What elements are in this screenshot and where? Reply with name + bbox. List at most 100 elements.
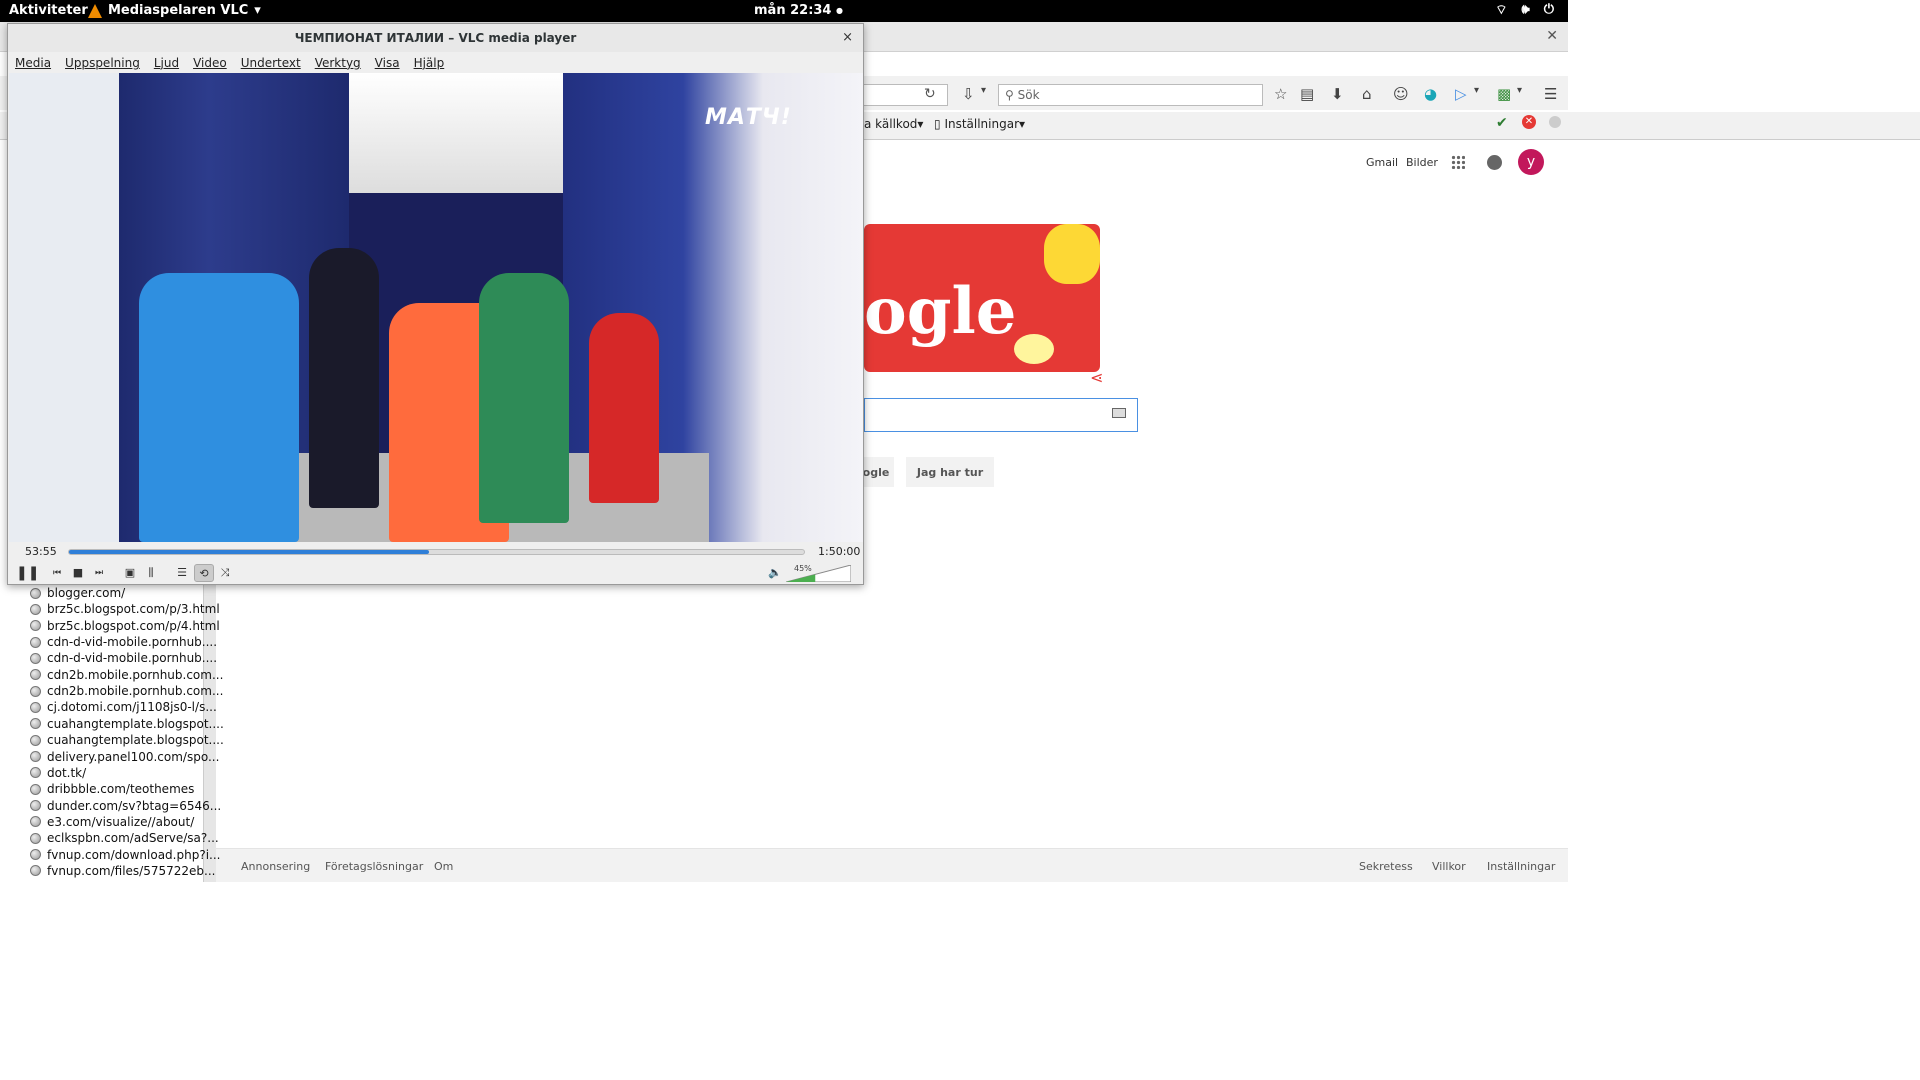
footer-privacy-link[interactable]: Sekretess xyxy=(1359,860,1413,873)
menu-subtitle[interactable]: Undertext xyxy=(241,56,301,70)
globe-icon xyxy=(30,652,41,664)
globe-icon xyxy=(30,751,41,762)
close-icon[interactable]: ✕ xyxy=(1546,28,1558,44)
history-item[interactable]: eclkspbn.com/adServe/sa?... xyxy=(30,830,219,846)
downloads-icon[interactable]: ⬇ xyxy=(1331,85,1344,103)
history-item[interactable]: blogger.com/ xyxy=(30,585,125,601)
history-item-label: cdn-d-vid-mobile.pornhub.... xyxy=(47,635,218,650)
doodle-decoration xyxy=(1044,224,1100,284)
search-input[interactable]: ⚲ Sök xyxy=(998,84,1263,106)
bookmark-item-settings[interactable]: ▯ Inställningar▾ xyxy=(934,117,1025,131)
footer-about-link[interactable]: Om xyxy=(434,860,453,873)
loop-button[interactable]: ⟲ xyxy=(194,564,214,582)
history-item-label: cuahangtemplate.blogspot.... xyxy=(47,733,224,748)
notifications-bell-icon[interactable] xyxy=(1487,155,1502,170)
fullscreen-button[interactable]: ▣ xyxy=(123,564,137,582)
stop-icon[interactable]: ✕ xyxy=(1522,115,1536,129)
app-menu[interactable]: Mediaspelaren VLC ▾ xyxy=(88,3,261,18)
hamburger-menu-icon[interactable]: ☰ xyxy=(1544,85,1557,103)
avatar[interactable]: y xyxy=(1518,149,1544,175)
addon-puzzle-icon[interactable]: ▩ xyxy=(1497,85,1511,103)
seek-slider[interactable] xyxy=(68,549,805,555)
globe-icon xyxy=(30,832,41,844)
control-bar: ❚❚ ⏮ ■ ⏭ ▣ ⫼ ☰ ⟲ ⤨ 🔈 xyxy=(8,562,863,584)
next-button[interactable]: ⏭ xyxy=(92,564,106,582)
download-arrow-icon[interactable]: ⇩ xyxy=(962,85,975,103)
chevron-down-icon[interactable]: ▾ xyxy=(1517,85,1522,96)
addon-icon[interactable]: ◕ xyxy=(1424,85,1437,103)
history-item-label: eclkspbn.com/adServe/sa?... xyxy=(47,831,219,846)
home-icon[interactable]: ⌂ xyxy=(1362,85,1372,103)
footer-business-link[interactable]: Företagslösningar xyxy=(325,860,423,873)
bookmark-star-icon[interactable]: ☆ xyxy=(1274,85,1287,103)
history-item[interactable]: dot.tk/ xyxy=(30,765,86,781)
history-item-label: fvnup.com/download.php?i... xyxy=(47,847,221,862)
pause-button[interactable]: ❚❚ xyxy=(16,564,39,582)
close-icon[interactable]: × xyxy=(842,30,853,45)
seek-row: 53:55 1:50:00 xyxy=(8,542,863,562)
google-search-input[interactable] xyxy=(864,398,1138,432)
footer-ads-link[interactable]: Annonsering xyxy=(241,860,310,873)
clock[interactable]: mån 22:34 ● xyxy=(754,3,843,18)
history-item[interactable]: e3.com/visualize//about/ xyxy=(30,814,194,830)
extended-settings-button[interactable]: ⫼ xyxy=(144,564,158,582)
bookmark-item-source[interactable]: a källkod▾ xyxy=(864,117,923,131)
history-item[interactable]: dribbble.com/teothemes xyxy=(30,781,194,797)
history-item[interactable]: cdn2b.mobile.pornhub.com... xyxy=(30,667,223,683)
history-item[interactable]: cdn-d-vid-mobile.pornhub.... xyxy=(30,634,217,650)
checkmark-icon[interactable]: ✔ xyxy=(1496,115,1508,131)
search-icon: ⚲ xyxy=(1005,88,1014,102)
shuffle-button[interactable]: ⤨ xyxy=(218,564,232,582)
footer-terms-link[interactable]: Villkor xyxy=(1432,860,1466,873)
google-doodle[interactable]: ogle xyxy=(864,224,1100,372)
chevron-down-icon[interactable]: ▾ xyxy=(981,85,986,96)
bookmark-label: Inställningar xyxy=(944,117,1020,131)
history-item[interactable]: cuahangtemplate.blogspot.... xyxy=(30,732,224,748)
globe-icon xyxy=(30,620,41,632)
globe-icon xyxy=(30,783,41,795)
system-tray[interactable]: ⌔ 🕪 ⏻ xyxy=(1495,2,1554,18)
mute-icon[interactable]: 🔈 xyxy=(768,564,782,582)
addon-play-icon[interactable]: ▷ xyxy=(1455,85,1467,103)
share-icon[interactable]: ⋖ xyxy=(1090,368,1103,387)
total-time[interactable]: 1:50:00 xyxy=(818,545,860,558)
vlc-titlebar[interactable]: ЧЕМПИОНАТ ИТАЛИИ – VLC media player xyxy=(8,24,863,52)
menu-tools[interactable]: Verktyg xyxy=(315,56,361,70)
history-item[interactable]: dunder.com/sv?btag=6546... xyxy=(30,798,221,814)
status-circle-icon[interactable] xyxy=(1549,116,1561,128)
menu-playback[interactable]: Uppspelning xyxy=(65,56,140,70)
history-item-label: cj.dotomi.com/j1108js0-l/s... xyxy=(47,700,217,715)
history-item[interactable]: brz5c.blogspot.com/p/4.html xyxy=(30,618,220,634)
history-item[interactable]: fvnup.com/download.php?i... xyxy=(30,847,220,863)
elapsed-time[interactable]: 53:55 xyxy=(25,545,57,558)
menu-video[interactable]: Video xyxy=(193,56,227,70)
history-item[interactable]: fvnup.com/files/575722eb... xyxy=(30,863,215,879)
menu-media[interactable]: Media xyxy=(15,56,51,70)
stop-button[interactable]: ■ xyxy=(71,564,85,582)
history-item[interactable]: cdn-d-vid-mobile.pornhub.... xyxy=(30,650,217,666)
menu-view[interactable]: Visa xyxy=(375,56,400,70)
images-link[interactable]: Bilder xyxy=(1406,156,1438,169)
reload-icon[interactable]: ↻ xyxy=(924,86,936,102)
history-item[interactable]: cuahangtemplate.blogspot.... xyxy=(30,716,224,732)
keyboard-icon[interactable] xyxy=(1112,408,1126,418)
feeling-lucky-button[interactable]: Jag har tur xyxy=(906,457,994,487)
video-surface[interactable]: МАТЧ! xyxy=(9,73,863,542)
gmail-link[interactable]: Gmail xyxy=(1366,156,1398,169)
playlist-button[interactable]: ☰ xyxy=(175,564,189,582)
chevron-down-icon[interactable]: ▾ xyxy=(1474,85,1479,96)
activities-button[interactable]: Aktiviteter xyxy=(9,3,88,18)
footer-settings-link[interactable]: Inställningar xyxy=(1487,860,1555,873)
menu-audio[interactable]: Ljud xyxy=(154,56,179,70)
app-menu-label: Mediaspelaren VLC xyxy=(108,3,249,18)
previous-button[interactable]: ⏮ xyxy=(50,564,64,582)
menu-help[interactable]: Hjälp xyxy=(414,56,445,70)
history-item[interactable]: cdn2b.mobile.pornhub.com... xyxy=(30,683,223,699)
history-item-label: cdn-d-vid-mobile.pornhub.... xyxy=(47,651,218,666)
history-item[interactable]: cj.dotomi.com/j1108js0-l/s... xyxy=(30,699,217,715)
reading-list-icon[interactable]: ▤ xyxy=(1300,85,1314,103)
apps-grid-icon[interactable] xyxy=(1451,155,1465,169)
history-item[interactable]: delivery.panel100.com/spo... xyxy=(30,749,219,765)
chat-icon[interactable]: ☺ xyxy=(1393,85,1409,103)
history-item[interactable]: brz5c.blogspot.com/p/3.html xyxy=(30,601,220,617)
